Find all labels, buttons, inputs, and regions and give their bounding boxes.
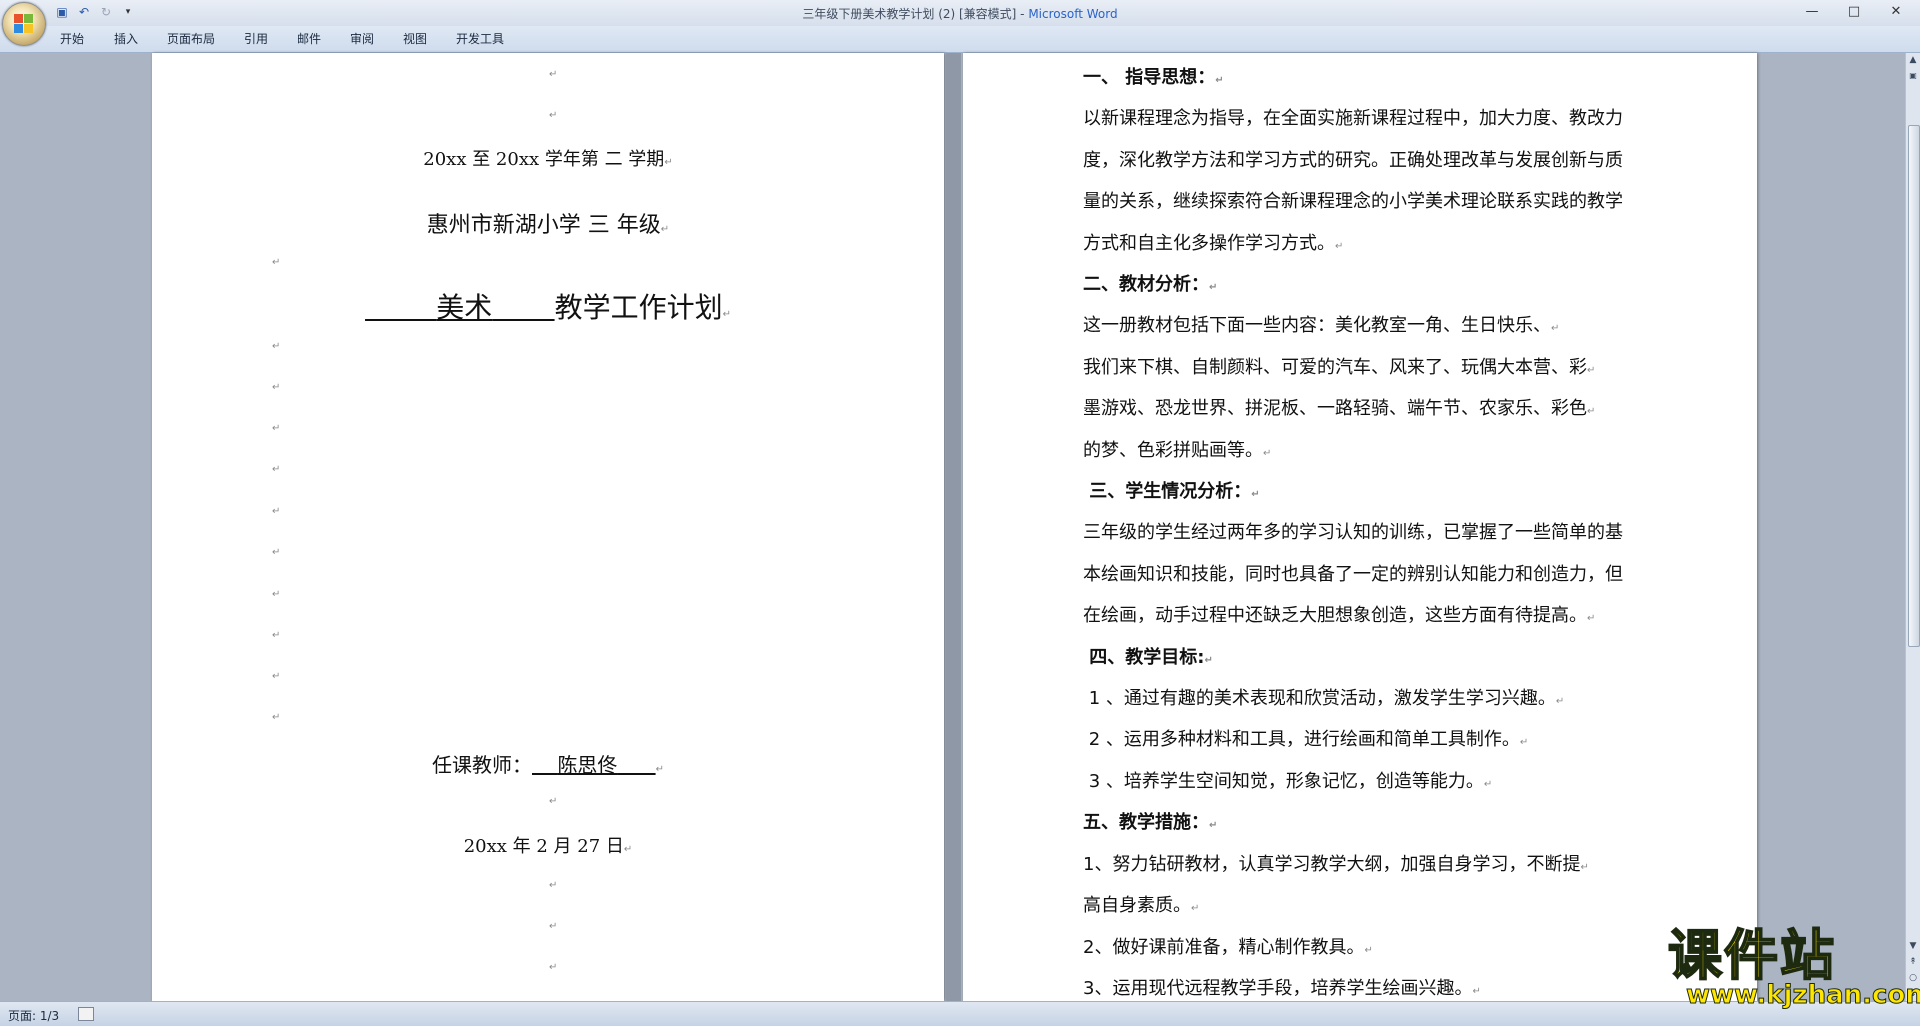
watermark-url: www.kjzhan.com xyxy=(1685,980,1920,1011)
app-name: Microsoft Word xyxy=(1028,7,1118,21)
teacher-name-field: 陈思佟 xyxy=(557,753,618,777)
paragraph-mark: ↵ xyxy=(549,796,558,807)
plan-subject-field: 美术 xyxy=(436,291,493,324)
paragraph-mark: ↵ xyxy=(549,69,558,80)
status-bar: 页面: 1/3 xyxy=(0,1001,1920,1026)
paragraph-mark: ↵ xyxy=(272,547,281,558)
list-item: 2、做好课前准备，精心制作教具。↵ xyxy=(1083,937,1373,958)
paragraph-mark: ↵ xyxy=(272,382,281,393)
document-title: 三年级下册美术教学计划 (2) [兼容模式] - xyxy=(802,7,1029,21)
paragraph-mark: ↵ xyxy=(272,423,281,434)
tab-developer[interactable]: 开发工具 xyxy=(456,30,504,47)
list-item: 高自身素质。↵ xyxy=(1083,895,1200,916)
watermark-text: 课件站 xyxy=(1667,924,1836,987)
previous-page-icon[interactable]: ↟ xyxy=(1907,955,1919,969)
paragraph-mark: ↵ xyxy=(272,630,281,641)
window-controls: — □ ✕ xyxy=(1792,2,1916,20)
paragraph-mark: ↵ xyxy=(272,257,281,268)
list-item: 3、运用现代远程教学手段，培养学生绘画兴趣。↵ xyxy=(1083,978,1481,999)
ruler-toggle-icon[interactable]: ▣ xyxy=(1907,69,1919,83)
tab-mailings[interactable]: 邮件 xyxy=(297,30,321,47)
tab-review[interactable]: 审阅 xyxy=(350,30,374,47)
paragraph-mark: ↵ xyxy=(549,921,558,932)
scroll-up-icon[interactable]: ▲ xyxy=(1907,53,1919,67)
heading-guiding-ideology: 一、 指导思想：↵ xyxy=(1083,67,1224,88)
body-line: 度，深化教学方法和学习方式的研究。正确处理改革与发展创新与质 xyxy=(1083,150,1623,171)
paragraph-mark: ↵ xyxy=(272,341,281,352)
close-button[interactable]: ✕ xyxy=(1876,2,1916,20)
paragraph-mark: ↵ xyxy=(272,506,281,517)
page-indicator[interactable]: 页面: 1/3 xyxy=(8,1007,59,1024)
paragraph-mark: ↵ xyxy=(272,464,281,475)
plan-title: 美术 教学工作计划↵ xyxy=(152,286,944,326)
maximize-button[interactable]: □ xyxy=(1834,2,1874,20)
title-bar: ▣ ↶ ↻ ▾ 三年级下册美术教学计划 (2) [兼容模式] - Microso… xyxy=(0,0,1920,26)
date-line: 20xx 年 2 月 27 日↵ xyxy=(463,836,633,857)
scroll-down-icon[interactable]: ▼ xyxy=(1907,939,1919,953)
tab-references[interactable]: 引用 xyxy=(244,30,268,47)
tab-insert[interactable]: 插入 xyxy=(114,30,138,47)
body-line: 量的关系，继续探索符合新课程理念的小学美术理论联系实践的教学 xyxy=(1083,191,1623,212)
body-line: 的梦、色彩拼贴画等。↵ xyxy=(1083,440,1272,461)
list-item: 2 、运用多种材料和工具，进行绘画和简单工具制作。↵ xyxy=(1083,729,1529,750)
document-page-cover[interactable]: ↵ ↵ 20xx 至 20xx 学年第 二 学期↵ 惠州市新湖小学 三 年级↵ … xyxy=(152,53,944,1001)
scrollbar-thumb[interactable] xyxy=(1908,125,1920,647)
tab-home[interactable]: 开始 xyxy=(60,30,84,47)
school-name-line: 惠州市新湖小学 三 年级↵ xyxy=(426,213,670,238)
paragraph-mark: ↵ xyxy=(549,880,558,891)
heading-teaching-measures: 五、教学措施：↵ xyxy=(1083,812,1218,833)
body-line: 三年级的学生经过两年多的学习认知的训练，已掌握了一些简单的基 xyxy=(1083,522,1623,543)
ribbon-tab-bar: 开始 插入 页面布局 引用 邮件 审阅 视图 开发工具 ? xyxy=(0,26,1920,70)
body-line: 方式和自主化多操作学习方式。↵ xyxy=(1083,233,1344,254)
vertical-scrollbar[interactable]: ▲ ▣ ▼ ↟ ○ ↡ xyxy=(1905,53,1920,1001)
list-item: 3 、培养学生空间知觉，形象记忆，创造等能力。↵ xyxy=(1083,771,1493,792)
list-item: 1 、通过有趣的美术表现和欣赏活动，激发学生学习兴趣。↵ xyxy=(1083,688,1565,709)
paragraph-mark: ↵ xyxy=(549,110,558,121)
list-item: 1、努力钻研教材，认真学习教学大纲，加强自身学习，不断提↵ xyxy=(1083,854,1589,875)
body-line: 这一册教材包括下面一些内容：美化教室一角、生日快乐、↵ xyxy=(1083,315,1560,336)
paragraph-mark: ↵ xyxy=(272,671,281,682)
document-page-content[interactable]: 一、 指导思想：↵ 以新课程理念为指导，在全面实施新课程过程中，加大力度、教改力… xyxy=(963,53,1757,1001)
body-line: 我们来下棋、自制颜料、可爱的汽车、风来了、玩偶大本营、彩↵ xyxy=(1083,357,1596,378)
body-line: 以新课程理念为指导，在全面实施新课程过程中，加大力度、教改力 xyxy=(1083,108,1623,129)
heading-textbook-analysis: 二、教材分析：↵ xyxy=(1083,274,1218,295)
paragraph-mark: ↵ xyxy=(272,589,281,600)
page-divider xyxy=(946,53,961,1001)
body-line: 本绘画知识和技能，同时也具备了一定的辨别认知能力和创造力，但 xyxy=(1083,564,1623,585)
minimize-button[interactable]: — xyxy=(1792,2,1832,20)
body-line: 墨游戏、恐龙世界、拼泥板、一路轻骑、端午节、农家乐、彩色↵ xyxy=(1083,398,1596,419)
window-title: 三年级下册美术教学计划 (2) [兼容模式] - Microsoft Word xyxy=(0,5,1920,22)
teacher-line: 任课教师： 陈思佟 ↵ xyxy=(432,753,664,777)
school-term-line: 20xx 至 20xx 学年第 二 学期↵ xyxy=(423,149,673,170)
tab-view[interactable]: 视图 xyxy=(403,30,427,47)
paragraph-mark: ↵ xyxy=(272,712,281,723)
paragraph-mark: ↵ xyxy=(549,962,558,973)
heading-teaching-goals: 四、教学目标:↵ xyxy=(1083,647,1213,668)
proofing-icon[interactable] xyxy=(78,1007,94,1021)
body-line: 在绘画，动手过程中还缺乏大胆想象创造，这些方面有待提高。↵ xyxy=(1083,605,1596,626)
tab-page-layout[interactable]: 页面布局 xyxy=(167,30,215,47)
watermark-logo: 课件站 www.kjzhan.com xyxy=(1667,924,1920,1011)
heading-student-analysis: 三、学生情况分析：↵ xyxy=(1083,481,1260,502)
office-logo-icon xyxy=(14,14,34,34)
office-button[interactable] xyxy=(2,2,46,46)
